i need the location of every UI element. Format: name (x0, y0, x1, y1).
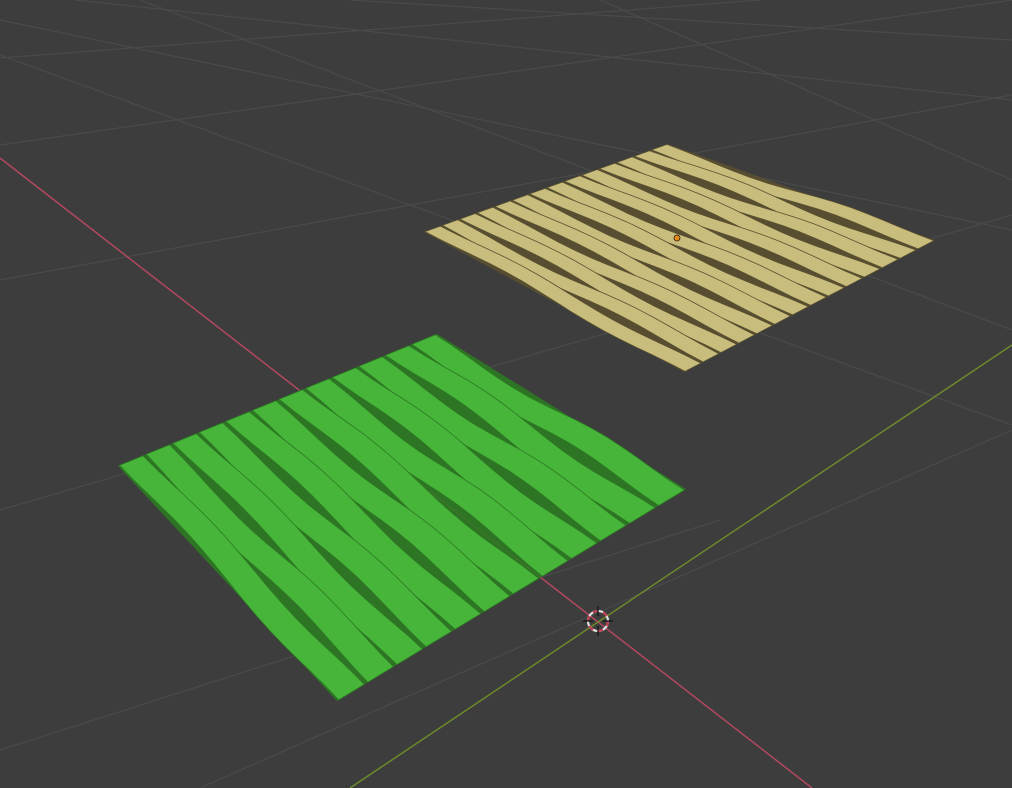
viewport-canvas[interactable] (0, 0, 1012, 788)
3d-viewport[interactable] (0, 0, 1012, 788)
woven-plane-selected[interactable] (118, 334, 686, 701)
grid-line (0, 0, 761, 59)
woven-plane[interactable] (424, 143, 935, 372)
3d-cursor-icon[interactable] (583, 606, 613, 636)
grid-line (0, 19, 1012, 231)
object-origin-dot (673, 234, 681, 242)
grid-line (74, 0, 1012, 101)
